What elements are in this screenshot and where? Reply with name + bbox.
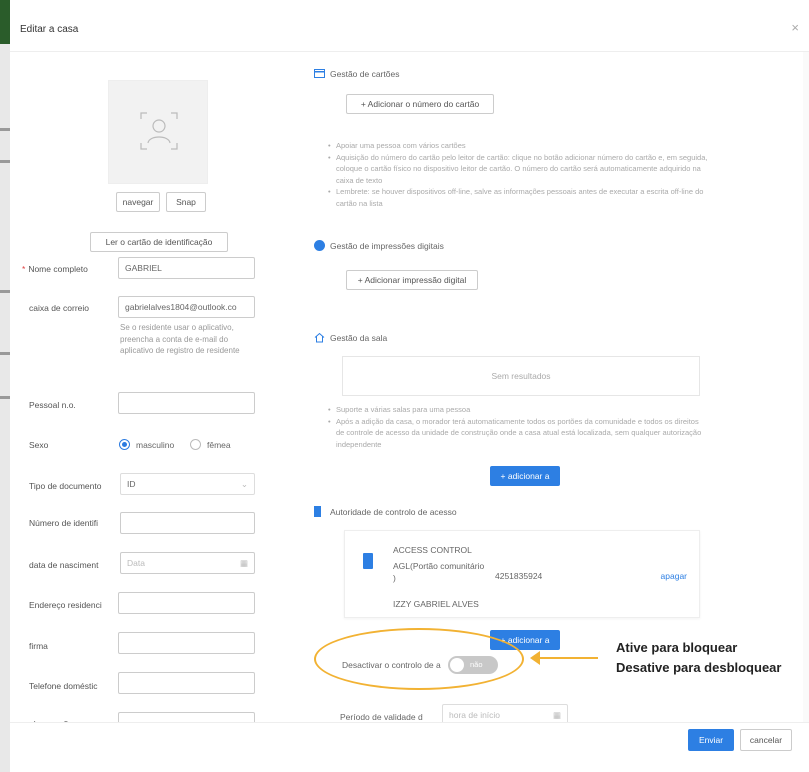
snap-button[interactable]: Snap xyxy=(166,192,206,212)
submit-button[interactable]: Enviar xyxy=(688,729,734,751)
company-input[interactable] xyxy=(118,632,255,654)
home-phone-input[interactable] xyxy=(118,672,255,694)
access-gate-paren: ) xyxy=(393,573,396,583)
home-phone-label: Telefone doméstic xyxy=(29,681,98,691)
address-label: Endereço residenci xyxy=(29,600,102,610)
card-icon xyxy=(314,69,325,78)
id-number-input[interactable] xyxy=(120,512,255,534)
arrow-line xyxy=(534,657,598,659)
company-label: firma xyxy=(29,641,48,651)
access-control-card: ACCESS CONTROL AGL(Portão comunitário ) … xyxy=(344,530,700,618)
list-item: Aquisição do número do cartão pelo leito… xyxy=(328,152,708,187)
female-radio[interactable] xyxy=(190,439,201,450)
birth-date-label: data de nasciment xyxy=(29,560,99,570)
list-item: Suporte a várias salas para uma pessoa xyxy=(328,404,708,416)
doc-type-select[interactable]: ID ⌄ xyxy=(120,473,255,495)
annotation-line-1: Ative para bloquear xyxy=(616,640,738,655)
background-tick xyxy=(0,352,10,355)
female-radio-label: fêmea xyxy=(207,440,231,450)
birth-date-placeholder: Data xyxy=(127,558,145,568)
room-list-empty: Sem resultados xyxy=(342,356,700,396)
face-frame-icon xyxy=(140,112,178,150)
dialog-title: Editar a casa xyxy=(20,24,79,35)
male-radio-label: masculino xyxy=(136,440,175,450)
list-item: Apoiar uma pessoa com vários cartões xyxy=(328,140,708,152)
door-icon xyxy=(363,553,373,569)
calendar-icon: ▦ xyxy=(239,558,248,568)
access-name: ACCESS CONTROL xyxy=(393,545,472,555)
close-icon[interactable]: × xyxy=(791,20,799,35)
email-hint: Se o residente usar o aplicativo, preenc… xyxy=(120,323,240,355)
list-item: Lembrete: se houver dispositivos off-lin… xyxy=(328,186,708,209)
doc-type-value: ID xyxy=(127,479,136,489)
personal-no-input[interactable] xyxy=(118,392,255,414)
access-person: IZZY GABRIEL ALVES xyxy=(393,599,479,609)
list-item: Após a adição da casa, o morador terá au… xyxy=(328,416,708,451)
id-number-label: Número de identifi xyxy=(29,518,98,528)
photo-placeholder[interactable] xyxy=(108,80,208,184)
background-app-header xyxy=(0,0,10,44)
card-management-notes: Apoiar uma pessoa com vários cartões Aqu… xyxy=(328,140,708,209)
highlight-ellipse xyxy=(314,628,524,690)
background-tick xyxy=(0,128,10,131)
background-tick xyxy=(0,290,10,293)
personal-no-label: Pessoal n.o. xyxy=(29,400,76,410)
cancel-button[interactable]: cancelar xyxy=(740,729,792,751)
room-notes: Suporte a várias salas para uma pessoa A… xyxy=(328,404,708,450)
full-name-label: * Nome completo xyxy=(22,264,88,274)
dialog-header: Editar a casa × xyxy=(10,0,809,52)
mailbox-label: caixa de correio xyxy=(29,303,90,313)
dialog-footer: Enviar cancelar xyxy=(10,722,809,772)
sex-label: Sexo xyxy=(29,440,49,450)
scrollbar[interactable] xyxy=(803,52,809,722)
room-management-title: Gestão da sala xyxy=(330,333,388,343)
access-card-number: 4251835924 xyxy=(495,571,543,581)
delete-link[interactable]: apagar xyxy=(661,571,687,581)
access-control-icon xyxy=(314,506,321,517)
home-icon xyxy=(314,332,325,343)
background-tick xyxy=(0,396,10,399)
doc-type-label: Tipo de documento xyxy=(29,481,102,491)
email-input[interactable]: gabrielalves1804@outlook.co xyxy=(118,296,255,318)
add-room-button[interactable]: + adicionar a xyxy=(490,466,560,486)
access-gate: AGL(Portão comunitário xyxy=(393,561,485,571)
read-id-card-button[interactable]: Ler o cartão de identificação xyxy=(90,232,228,252)
browse-button[interactable]: navegar xyxy=(116,192,160,212)
birth-date-picker[interactable]: Data ▦ xyxy=(120,552,255,574)
fingerprint-icon xyxy=(314,240,325,251)
edit-house-dialog: Editar a casa × navegar Snap Ler o cartã… xyxy=(10,0,809,772)
card-management-title: Gestão de cartões xyxy=(330,69,400,79)
chevron-down-icon: ⌄ xyxy=(240,479,248,489)
empty-message: Sem resultados xyxy=(491,371,551,381)
address-input[interactable] xyxy=(118,592,255,614)
background-sidebar-strip xyxy=(0,0,10,772)
validity-placeholder: hora de início xyxy=(449,710,501,720)
annotation-line-2: Desative para desbloquear xyxy=(616,660,782,675)
background-tick xyxy=(0,160,10,163)
validity-label: Período de validade d xyxy=(340,712,423,722)
full-name-input[interactable]: GABRIEL xyxy=(118,257,255,279)
add-card-number-button[interactable]: + Adicionar o número do cartão xyxy=(346,94,494,114)
male-radio[interactable] xyxy=(119,439,130,450)
add-fingerprint-button[interactable]: + Adicionar impressão digital xyxy=(346,270,478,290)
fingerprint-title: Gestão de impressões digitais xyxy=(330,241,444,251)
access-control-title: Autoridade de controlo de acesso xyxy=(330,507,457,517)
